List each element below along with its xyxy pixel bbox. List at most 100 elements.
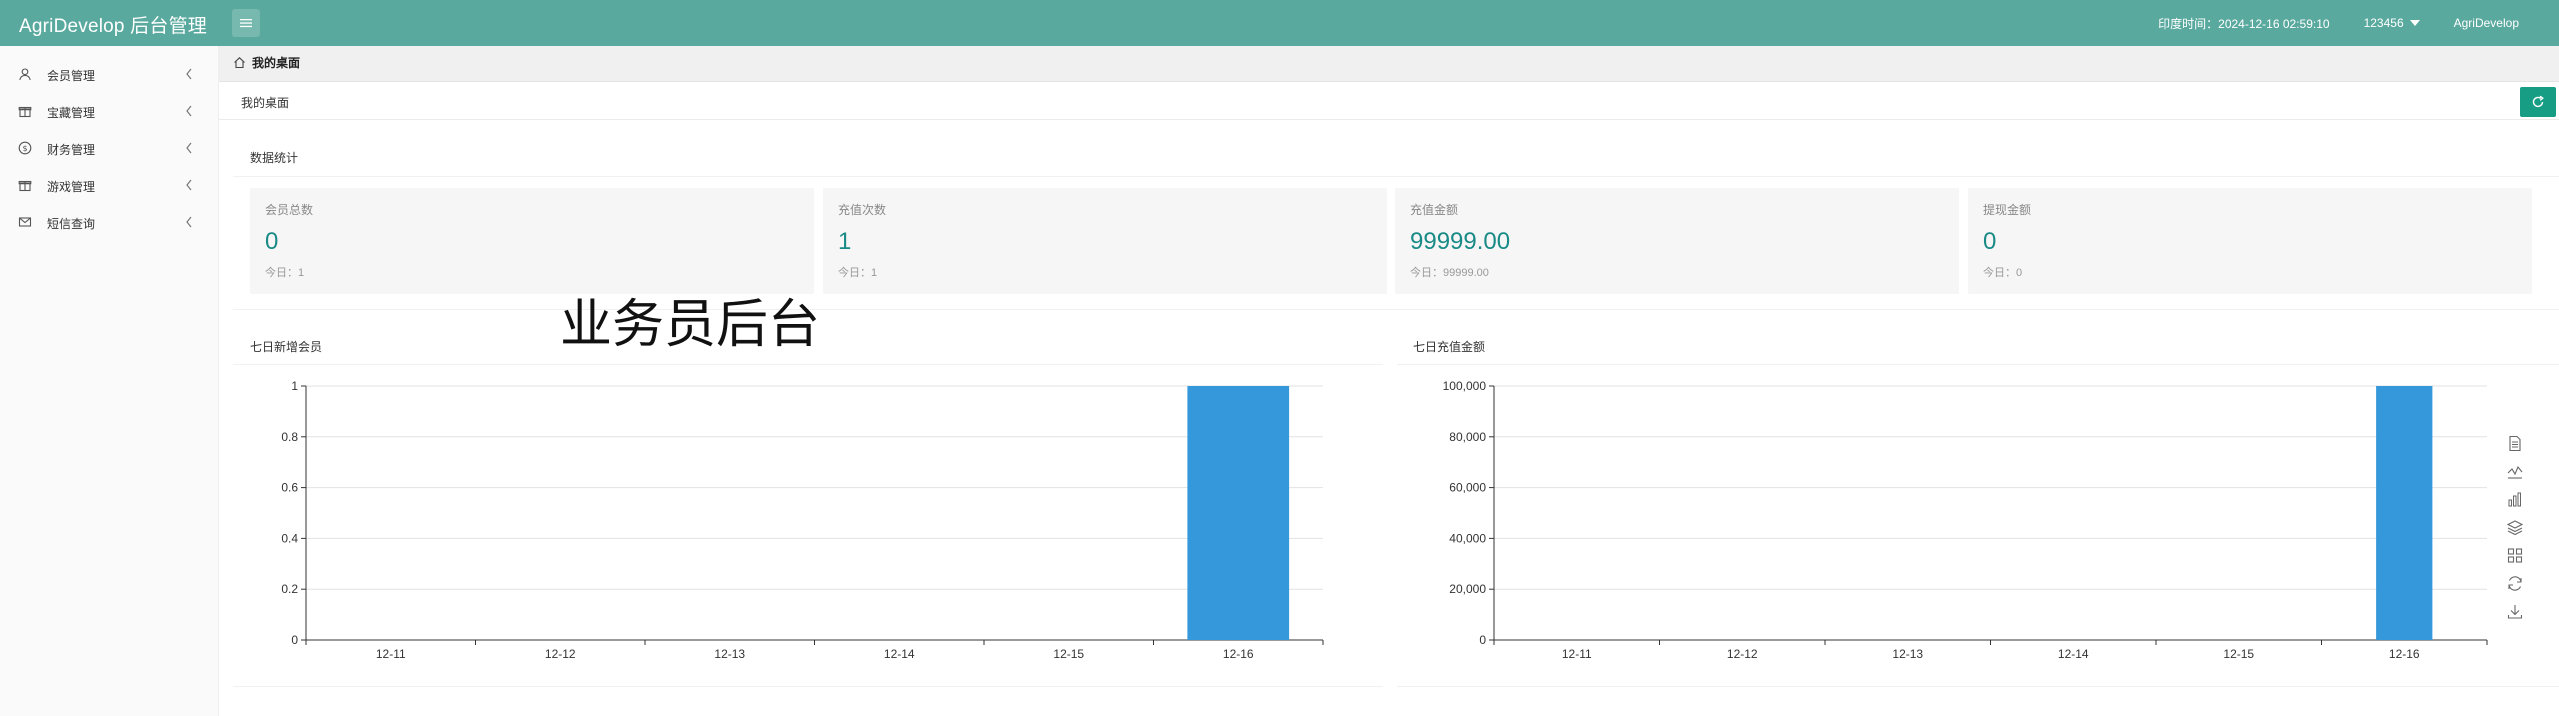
refresh-button[interactable] (2520, 87, 2556, 117)
tiled-icon[interactable] (2506, 547, 2524, 564)
stat-today: 今日：0 (1983, 267, 2023, 279)
sidebar-item-treasure[interactable]: 宝藏管理 (0, 95, 219, 127)
chart-toolbox (2506, 435, 2526, 631)
chart-title-recharge-amount: 七日充值金额 (1413, 340, 1486, 354)
hamburger-icon (240, 19, 252, 28)
bar[interactable] (2376, 386, 2433, 640)
header-right: 印度时间：2024-12-16 02:59:10 123456 AgriDeve… (2158, 0, 2559, 46)
svg-text:$: $ (22, 144, 27, 153)
divider (233, 176, 2559, 177)
gift-icon (18, 180, 32, 192)
y-tick-label: 40,000 (1449, 531, 1486, 545)
server-time: 印度时间：2024-12-16 02:59:10 (2158, 16, 2330, 31)
x-tick-label: 12-11 (376, 647, 406, 661)
sidebar-item-label: 游戏管理 (47, 180, 96, 194)
y-tick-label: 0.2 (281, 582, 298, 596)
chevron-left-icon (186, 105, 192, 117)
y-tick-label: 0.4 (281, 531, 298, 545)
stat-label: 充值金额 (1410, 203, 1459, 217)
y-tick-label: 0 (1479, 633, 1486, 647)
stat-label: 提现金额 (1983, 203, 2032, 217)
bar-chart-icon[interactable] (2506, 491, 2524, 508)
stat-card-members: 会员总数 0 今日：1 (250, 188, 814, 294)
restore-icon[interactable] (2506, 575, 2524, 592)
x-tick-label: 12-13 (1892, 647, 1923, 661)
y-tick-label: 80,000 (1449, 430, 1486, 444)
y-tick-label: 0 (291, 633, 298, 647)
divider (1397, 364, 2559, 365)
y-tick-label: 60,000 (1449, 481, 1486, 495)
user-dropdown[interactable]: 123456 (2364, 16, 2420, 30)
user-icon (19, 68, 31, 81)
divider (1397, 686, 2559, 687)
stats-title: 数据统计 (250, 151, 299, 165)
stat-card-withdraw-amount: 提现金额 0 今日：0 (1968, 188, 2532, 294)
y-tick-label: 0.6 (281, 481, 298, 495)
x-tick-label: 12-13 (714, 647, 745, 661)
stat-label: 会员总数 (265, 203, 314, 217)
user-name: 123456 (2363, 16, 2404, 30)
chevron-left-icon (186, 179, 192, 191)
home-icon (234, 57, 245, 69)
refresh-icon (2532, 95, 2544, 108)
y-tick-label: 1 (291, 379, 298, 393)
line-chart-icon[interactable] (2506, 463, 2524, 480)
x-tick-label: 12-14 (2058, 647, 2089, 661)
x-tick-label: 12-16 (1223, 647, 1254, 661)
watermark-title: 业务员后台 (560, 295, 821, 355)
stat-value: 0 (1983, 228, 1997, 255)
sidebar-item-label: 财务管理 (47, 143, 96, 157)
stack-icon[interactable] (2506, 519, 2524, 536)
menu-toggle-button[interactable] (232, 9, 260, 37)
sidebar-item-label: 会员管理 (47, 69, 96, 83)
tab-label: 我的桌面 (252, 56, 301, 70)
chevron-left-icon (186, 68, 192, 80)
tab-desktop[interactable]: 我的桌面 (233, 54, 300, 71)
y-tick-label: 20,000 (1449, 582, 1486, 596)
bar[interactable] (1187, 386, 1290, 640)
brand-link[interactable]: AgriDevelop (2454, 16, 2519, 30)
stat-value: 99999.00 (1410, 228, 1511, 255)
stat-card-recharge-amount: 充值金额 99999.00 今日：99999.00 (1395, 188, 1959, 294)
tab-bar: 我的桌面 (219, 46, 2559, 82)
data-view-icon[interactable] (2506, 435, 2524, 452)
sidebar-item-label: 宝藏管理 (47, 106, 96, 120)
stat-today: 今日：1 (265, 267, 305, 279)
chevron-left-icon (186, 216, 192, 228)
stat-today: 今日：1 (838, 267, 878, 279)
chart-new-members: 0 0.2 0.4 0.6 0.8 1 12-11 12-12 12-13 12-14 12-15 1… (281, 379, 1324, 661)
chart-recharge-amount: 0 20,000 40,000 60,000 80,000 100,000 12-11 12-… (1443, 379, 2488, 661)
x-tick-label: 12-12 (545, 647, 576, 661)
x-tick-label: 12-12 (1727, 647, 1758, 661)
breadcrumb: 我的桌面 (241, 96, 290, 110)
chevron-left-icon (186, 142, 192, 154)
top-header: AgriDevelop 后台管理 印度时间：2024-12-16 02:59:1… (0, 0, 2559, 46)
app-logo[interactable]: AgriDevelop 后台管理 (19, 11, 207, 38)
breadcrumb-row: 我的桌面 (219, 82, 2559, 120)
divider (233, 364, 1383, 365)
stat-value: 0 (265, 228, 279, 255)
x-tick-label: 12-14 (884, 647, 915, 661)
stat-today: 今日：99999.00 (1410, 267, 1489, 279)
stat-value: 1 (838, 228, 852, 255)
caret-down-icon (2409, 20, 2420, 26)
y-tick-label: 0.8 (281, 430, 298, 444)
save-image-icon[interactable] (2506, 603, 2524, 620)
x-tick-label: 12-15 (2223, 647, 2254, 661)
stat-label: 充值次数 (838, 203, 887, 217)
chart-title-new-members: 七日新增会员 (250, 340, 323, 354)
sidebar: 会员管理 宝藏管理 $ 财务管理 游戏管理 短信查询 (0, 46, 219, 716)
dollar-icon: $ (18, 141, 32, 155)
divider (233, 686, 1383, 687)
stat-card-recharge-count: 充值次数 1 今日：1 (823, 188, 1387, 294)
x-tick-label: 12-16 (2389, 647, 2420, 661)
x-tick-label: 12-11 (1562, 647, 1592, 661)
x-tick-label: 12-15 (1053, 647, 1084, 661)
sidebar-item-members[interactable]: 会员管理 (0, 58, 219, 90)
sidebar-item-finance[interactable]: $ 财务管理 (0, 132, 219, 164)
sidebar-item-sms[interactable]: 短信查询 (0, 206, 219, 238)
y-tick-label: 100,000 (1443, 379, 1487, 393)
gift-icon (18, 106, 32, 118)
sidebar-item-games[interactable]: 游戏管理 (0, 169, 219, 201)
sidebar-item-label: 短信查询 (47, 217, 96, 231)
